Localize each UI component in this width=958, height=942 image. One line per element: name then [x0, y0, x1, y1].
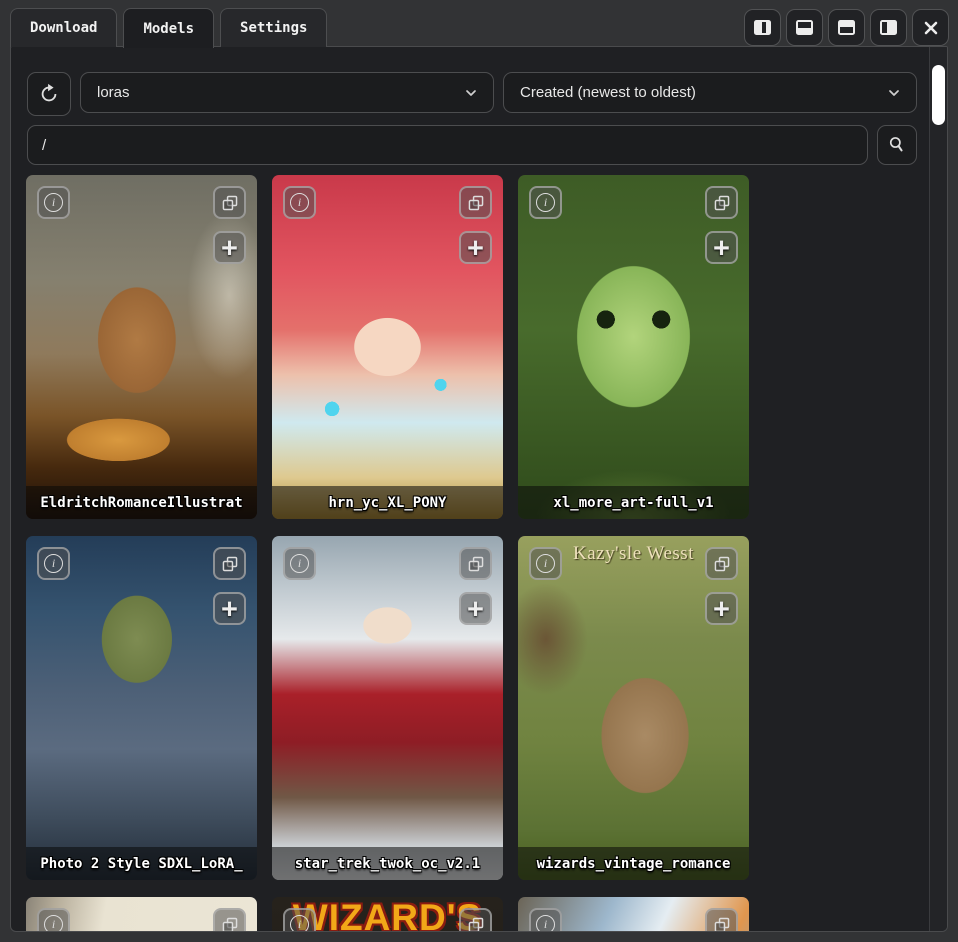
info-button[interactable]: i — [37, 186, 70, 219]
model-name: hrn_yc_XL_PONY — [272, 486, 503, 519]
chevron-down-icon — [463, 85, 479, 101]
close-button[interactable] — [912, 9, 949, 46]
add-button[interactable]: + — [459, 231, 492, 264]
add-button[interactable]: + — [705, 231, 738, 264]
model-card[interactable]: i + hrn_yc_XL_PONY — [272, 175, 503, 519]
model-card[interactable]: WIZARD'S i + — [272, 897, 503, 931]
info-button[interactable]: i — [529, 186, 562, 219]
model-card[interactable]: i + star_trek_twok_oc_v2.1 — [272, 536, 503, 880]
model-card[interactable]: Kazy'sle Wesst i + wizards_vintage_roman… — [518, 536, 749, 880]
layout-bottom-panel-icon — [838, 20, 855, 35]
copy-icon — [713, 555, 731, 573]
model-type-value: loras — [97, 84, 463, 101]
sort-value: Created (newest to oldest) — [520, 84, 886, 101]
info-icon: i — [536, 554, 555, 573]
info-button[interactable]: i — [529, 908, 562, 931]
refresh-icon — [38, 83, 60, 105]
info-button[interactable]: i — [37, 908, 70, 931]
copy-icon — [713, 916, 731, 932]
info-button[interactable]: i — [37, 547, 70, 580]
info-icon: i — [536, 915, 555, 931]
add-button[interactable]: + — [459, 592, 492, 625]
info-icon: i — [290, 554, 309, 573]
model-card[interactable]: i + xl_more_art-full_v1 — [518, 175, 749, 519]
copy-icon — [221, 194, 239, 212]
layout-top-panel-button[interactable] — [786, 9, 823, 46]
info-button[interactable]: i — [283, 547, 316, 580]
copy-icon — [467, 916, 485, 932]
layout-left-panel-icon — [880, 20, 897, 35]
model-card[interactable]: i + Photo 2 Style SDXL_LoRA_ — [26, 536, 257, 880]
tab-models[interactable]: Models — [123, 8, 214, 48]
search-row — [27, 125, 917, 165]
layout-left-panel-button[interactable] — [870, 9, 907, 46]
model-name: Photo 2 Style SDXL_LoRA_ — [26, 847, 257, 880]
toolbar-row: loras Created (newest to oldest) — [27, 72, 917, 116]
copy-icon — [467, 555, 485, 573]
copy-icon — [221, 555, 239, 573]
tab-bar: Download Models Settings — [10, 8, 327, 47]
layout-columns-button[interactable] — [744, 9, 781, 46]
add-button[interactable]: + — [213, 231, 246, 264]
search-button[interactable] — [877, 125, 917, 165]
copy-button[interactable] — [705, 186, 738, 219]
copy-button[interactable] — [459, 908, 492, 931]
info-icon: i — [536, 193, 555, 212]
info-icon: i — [44, 193, 63, 212]
copy-icon — [713, 194, 731, 212]
info-button[interactable]: i — [529, 547, 562, 580]
info-icon: i — [44, 554, 63, 573]
model-type-select[interactable]: loras — [80, 72, 494, 113]
scrollbar-thumb[interactable] — [932, 65, 945, 125]
model-card[interactable]: i + — [518, 897, 749, 931]
copy-button[interactable] — [213, 186, 246, 219]
search-input[interactable] — [27, 125, 868, 165]
info-icon: i — [44, 915, 63, 931]
models-panel: loras Created (newest to oldest) — [10, 46, 948, 932]
vertical-scrollbar[interactable] — [929, 47, 947, 931]
add-button[interactable]: + — [705, 592, 738, 625]
info-icon: i — [290, 915, 309, 931]
model-name: xl_more_art-full_v1 — [518, 486, 749, 519]
info-button[interactable]: i — [283, 908, 316, 931]
copy-button[interactable] — [705, 547, 738, 580]
layout-bottom-panel-button[interactable] — [828, 9, 865, 46]
copy-button[interactable] — [213, 547, 246, 580]
model-card[interactable]: i + EldritchRomanceIllustrat — [26, 175, 257, 519]
copy-button[interactable] — [459, 547, 492, 580]
copy-icon — [221, 916, 239, 932]
chevron-down-icon — [886, 85, 902, 101]
info-button[interactable]: i — [283, 186, 316, 219]
layout-columns-icon — [754, 20, 771, 35]
search-icon — [887, 135, 907, 155]
panel-content: loras Created (newest to oldest) — [11, 47, 929, 931]
refresh-button[interactable] — [27, 72, 71, 116]
copy-button[interactable] — [705, 908, 738, 931]
add-button[interactable]: + — [213, 592, 246, 625]
model-card[interactable]: i + — [26, 897, 257, 931]
copy-icon — [467, 194, 485, 212]
model-name: star_trek_twok_oc_v2.1 — [272, 847, 503, 880]
copy-button[interactable] — [459, 186, 492, 219]
close-icon — [923, 20, 939, 36]
copy-button[interactable] — [213, 908, 246, 931]
layout-top-panel-icon — [796, 20, 813, 35]
model-name: wizards_vintage_romance — [518, 847, 749, 880]
sort-select[interactable]: Created (newest to oldest) — [503, 72, 917, 113]
model-grid: i + EldritchRomanceIllustrat i — [26, 175, 749, 931]
tab-settings[interactable]: Settings — [220, 8, 327, 47]
tab-download[interactable]: Download — [10, 8, 117, 47]
model-name: EldritchRomanceIllustrat — [26, 486, 257, 519]
window-controls — [744, 9, 949, 46]
info-icon: i — [290, 193, 309, 212]
